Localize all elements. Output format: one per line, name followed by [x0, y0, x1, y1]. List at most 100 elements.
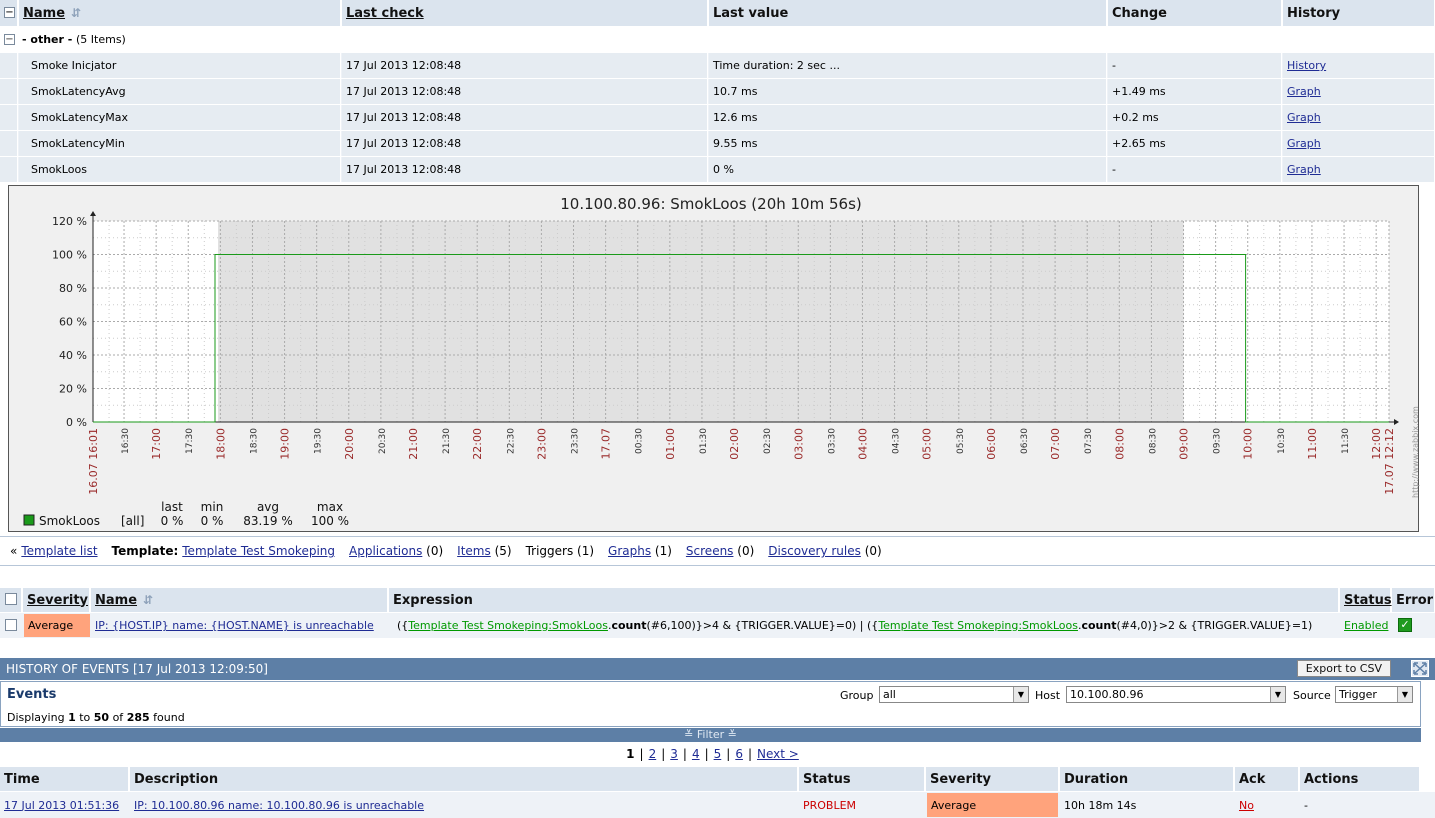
item-link-cell: Graph	[1283, 157, 1435, 182]
pager-separator: |	[661, 747, 666, 761]
x-tick-label: 23:00	[535, 428, 548, 460]
count-text: of	[112, 711, 124, 724]
template-list-link[interactable]: Template list	[21, 544, 97, 558]
chart-title: 10.100.80.96: SmokLoos (20h 10m 56s)	[560, 195, 861, 213]
y-tick-label: 60 %	[59, 316, 87, 329]
page-link[interactable]: 2	[649, 747, 657, 761]
export-csv-button[interactable]: Export to CSV	[1296, 660, 1391, 677]
item-graph-link[interactable]: Graph	[1287, 85, 1321, 98]
item-row: SmokLoos 17 Jul 2013 12:08:48 0 % - Graph	[0, 157, 1435, 182]
history-bar: HISTORY OF EVENTS [17 Jul 2013 12:09:50]…	[0, 658, 1435, 680]
page-link[interactable]: 3	[670, 747, 678, 761]
next-page-link[interactable]: Next >	[757, 747, 799, 761]
sort-last-check-link[interactable]: Last check	[346, 6, 424, 21]
page-link[interactable]: 4	[692, 747, 700, 761]
count-total: 285	[126, 711, 150, 724]
double-chevron-icon: ≚	[727, 728, 737, 741]
item-graph-link[interactable]: Graph	[1287, 111, 1321, 124]
select-all-checkbox[interactable]	[5, 593, 17, 605]
item-graph-link[interactable]: Graph	[1287, 137, 1321, 150]
x-tick-label: 22:00	[471, 428, 484, 460]
triggers-table: Severity Name ⇵ Expression Status Error …	[0, 588, 1435, 640]
event-time-cell: 17 Jul 2013 01:51:36	[0, 792, 129, 818]
item-graph-link[interactable]: Graph	[1287, 163, 1321, 176]
event-status: PROBLEM	[803, 798, 857, 812]
trigger-checkbox[interactable]	[5, 619, 17, 631]
legend-series-name: SmokLoos	[39, 514, 100, 528]
triggers-count: (1)	[577, 544, 595, 558]
template-nav-bar: « Template list Template: Template Test …	[0, 536, 1435, 566]
filter-toggle[interactable]: ≚ Filter ≚	[0, 728, 1421, 742]
applications-count: (0)	[426, 544, 444, 558]
item-last-value-cell: Time duration: 2 sec ...	[709, 53, 1107, 78]
events-count: Displaying 1 to 50 of 285 found	[7, 711, 185, 724]
discovery-rules-link[interactable]: Discovery rules	[768, 544, 861, 558]
group-select[interactable]: all ▼	[879, 686, 1029, 703]
x-tick-label: 07:00	[1049, 428, 1062, 460]
col-last-check[interactable]: Last check	[342, 0, 708, 26]
col-change: Change	[1108, 0, 1282, 26]
pager-separator: |	[726, 747, 731, 761]
row-spacer	[0, 53, 18, 78]
host-select[interactable]: 10.100.80.96 ▼	[1066, 686, 1286, 703]
event-severity: Average	[927, 793, 1058, 817]
page-link[interactable]: 5	[714, 747, 722, 761]
events-title: Events	[7, 687, 57, 702]
applications-link[interactable]: Applications	[349, 544, 422, 558]
item-last-check-cell: 17 Jul 2013 12:08:48	[342, 157, 708, 182]
event-ack-link[interactable]: No	[1239, 799, 1254, 812]
x-tick-label: 16.07 16:01	[87, 428, 100, 495]
legend-last-label: last	[161, 500, 183, 514]
event-time-link[interactable]: 17 Jul 2013 01:51:36	[4, 799, 119, 812]
col-name[interactable]: Name ⇵	[19, 0, 341, 26]
collapse-all-icon[interactable]: −	[4, 7, 15, 18]
x-tick-label: 18:00	[214, 428, 227, 460]
col-status[interactable]: Status	[1340, 588, 1392, 612]
item-row: Smoke Inicjator 17 Jul 2013 12:08:48 Time …	[0, 53, 1435, 78]
trigger-name-link[interactable]: IP: {HOST.IP} name: {HOST.NAME} is unrea…	[95, 619, 374, 632]
x-tick-label: 19:00	[279, 428, 292, 460]
col-last-value: Last value	[709, 0, 1107, 26]
group-select-value: all	[883, 688, 896, 701]
sort-status-link[interactable]: Status	[1344, 593, 1392, 608]
event-description-link[interactable]: IP: 10.100.80.96 name: 10.100.80.96 is u…	[134, 799, 424, 812]
x-tick-label: 09:00	[1178, 428, 1191, 460]
col-severity[interactable]: Severity	[23, 588, 90, 612]
x-tick-label: 17:00	[150, 428, 163, 460]
x-tick-label: 03:00	[792, 428, 805, 460]
col-trigger-name[interactable]: Name ⇵	[91, 588, 388, 612]
screens-link[interactable]: Screens	[686, 544, 734, 558]
legend-scope: [all]	[121, 514, 144, 528]
item-last-value-cell: 9.55 ms	[709, 131, 1107, 156]
x-tick-label: 21:30	[442, 428, 452, 454]
x-tick-label: 06:00	[985, 428, 998, 460]
item-history-link[interactable]: History	[1287, 59, 1326, 72]
legend-min-value: 0 %	[201, 514, 224, 528]
sort-severity-link[interactable]: Severity	[27, 593, 88, 608]
x-tick-label: 17.07 12:12	[1383, 428, 1396, 495]
expr-part: (#4,0)}>2 & {TRIGGER.VALUE}=1)	[1116, 619, 1313, 632]
template-name-link[interactable]: Template Test Smokeping	[182, 544, 335, 558]
y-tick-label: 0 %	[66, 416, 87, 429]
fullscreen-icon[interactable]	[1411, 660, 1429, 677]
expr-part: ({	[397, 619, 409, 632]
page-link[interactable]: 6	[735, 747, 743, 761]
graphs-link[interactable]: Graphs	[608, 544, 651, 558]
items-link[interactable]: Items	[457, 544, 491, 558]
sort-name-link[interactable]: Name	[23, 6, 65, 21]
row-spacer	[0, 79, 18, 104]
event-row: 17 Jul 2013 01:51:36 IP: 10.100.80.96 na…	[0, 792, 1435, 818]
source-select[interactable]: Trigger ▼	[1335, 686, 1413, 703]
trigger-status-link[interactable]: Enabled	[1344, 619, 1388, 632]
collapse-group-icon[interactable]: −	[4, 34, 15, 45]
x-tick-label: 12:00	[1370, 428, 1383, 460]
count-text: found	[153, 711, 185, 724]
sort-asc-icon: ⇵	[143, 593, 154, 607]
y-tick-label: 20 %	[59, 383, 87, 396]
select-all-cell	[0, 588, 22, 612]
expression-item-link[interactable]: Template Test Smokeping:SmokLoos	[878, 619, 1078, 632]
expression-item-link[interactable]: Template Test Smokeping:SmokLoos	[408, 619, 608, 632]
template-label: Template:	[111, 544, 179, 558]
expr-function: count	[611, 619, 647, 632]
sort-trigger-name-link[interactable]: Name	[95, 593, 137, 608]
